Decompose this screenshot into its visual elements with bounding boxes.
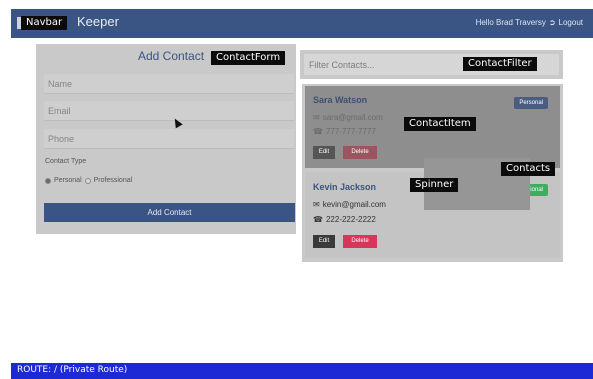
contact-email-row: ✉ sara@gmail.com	[313, 113, 383, 122]
contact-type-label: Contact Type	[45, 158, 87, 165]
contact-phone: 777-777-7777	[325, 127, 376, 136]
route-bar: ROUTE: / (Private Route)	[11, 363, 593, 379]
contact-name: Kevin Jackson	[313, 182, 377, 192]
phone-icon: ☎	[313, 127, 323, 136]
navbar-user-area: Hello Brad Traversy ➲ Logout	[476, 18, 583, 27]
contact-phone-row: ☎ 222-222-2222	[313, 215, 376, 224]
personal-radio[interactable]	[45, 177, 51, 184]
edit-button[interactable]: Edit	[313, 235, 335, 248]
greeting-text: Hello Brad Traversy	[475, 18, 546, 27]
delete-button[interactable]: Delete	[343, 235, 377, 248]
contact-phone-row: ☎ 777-777-7777	[313, 127, 376, 136]
contactform-component-tag: ContactForm	[211, 51, 286, 65]
contactfilter-component-tag: ContactFilter	[463, 57, 537, 71]
logout-icon[interactable]: ➲	[549, 18, 556, 27]
add-contact-button[interactable]: Add Contact	[44, 203, 295, 222]
delete-button[interactable]: Delete	[343, 146, 377, 159]
envelope-icon: ✉	[313, 113, 320, 122]
professional-radio[interactable]	[84, 177, 91, 184]
spinner-component-tag: Spinner	[410, 178, 459, 192]
contact-type-badge: Personal	[514, 97, 548, 109]
contact-name: Sara Watson	[313, 95, 368, 105]
envelope-icon: ✉	[313, 200, 320, 209]
phone-icon: ☎	[313, 215, 323, 224]
contact-phone: 222-222-2222	[325, 215, 376, 224]
contactitem-component-tag: ContactItem	[404, 117, 476, 131]
phone-input[interactable]: Phone	[44, 129, 294, 149]
contact-email: kevin@gmail.com	[322, 200, 386, 209]
navbar-component-tag: Navbar	[21, 16, 68, 30]
edit-button[interactable]: Edit	[313, 146, 335, 159]
route-text: ROUTE: / (Private Route)	[17, 365, 128, 375]
brand-title[interactable]: Keeper	[77, 14, 119, 29]
email-input[interactable]: Email	[44, 101, 294, 121]
form-title: Add Contact	[138, 49, 205, 63]
navbar: Keeper Hello Brad Traversy ➲ Logout	[11, 9, 593, 38]
contact-type-radios: Personal Professional	[45, 177, 132, 184]
professional-radio-label: Professional	[93, 177, 133, 184]
contacts-component-tag: Contacts	[501, 162, 556, 176]
contact-form: Add Contact Name Email Phone Contact Typ…	[36, 44, 296, 234]
name-input[interactable]: Name	[44, 74, 294, 94]
personal-radio-label: Personal	[54, 177, 82, 184]
contact-email-row: ✉ kevin@gmail.com	[313, 200, 386, 209]
contact-email: sara@gmail.com	[322, 113, 383, 122]
logout-link[interactable]: Logout	[559, 18, 583, 27]
